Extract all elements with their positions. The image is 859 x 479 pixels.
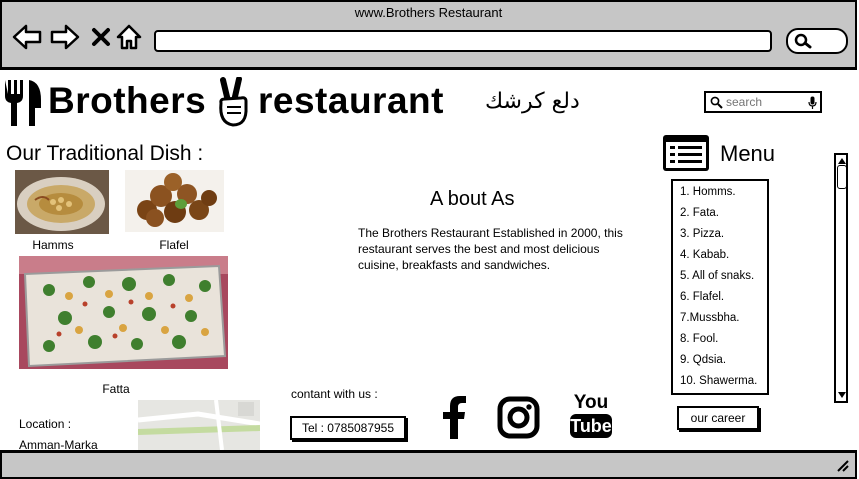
- menu-item[interactable]: 1. Homms.: [680, 186, 736, 198]
- menu-item[interactable]: 7.Mussbha.: [680, 312, 739, 324]
- career-button[interactable]: our career: [677, 406, 759, 430]
- menu-item[interactable]: 4. Kabab.: [680, 249, 729, 261]
- brand-word-1: Brothers: [48, 80, 207, 121]
- home-button[interactable]: [114, 22, 144, 52]
- youtube-bottom-text: Tube: [570, 414, 612, 438]
- site-search-field[interactable]: [704, 91, 822, 113]
- back-button[interactable]: [12, 22, 42, 52]
- menu-item[interactable]: 8. Fool.: [680, 333, 718, 345]
- arrow-left-icon: [12, 24, 42, 50]
- menu-item[interactable]: 5. All of snaks.: [680, 270, 754, 282]
- arrow-right-icon: [50, 24, 80, 50]
- stop-button[interactable]: [86, 22, 116, 52]
- map-thumbnail[interactable]: [138, 400, 260, 450]
- scroll-down-icon[interactable]: [837, 391, 847, 399]
- dishes-section-title: Our Traditional Dish :: [6, 142, 204, 165]
- search-icon: [794, 33, 812, 49]
- brand-word-2: restaurant: [258, 80, 444, 121]
- search-input[interactable]: [726, 94, 804, 110]
- fatta-photo: [19, 256, 228, 369]
- dish-label-flafel: Flafel: [159, 238, 189, 252]
- menu-list: 1. Homms. 2. Fata. 3. Pizza. 4. Kabab. 5…: [671, 179, 769, 395]
- browser-search-button[interactable]: [786, 28, 848, 54]
- home-icon: [116, 24, 142, 50]
- about-title: A bout As: [430, 188, 515, 210]
- address-bar[interactable]: [154, 30, 772, 52]
- scroll-up-icon[interactable]: [837, 157, 847, 165]
- menu-item[interactable]: 6. Flafel.: [680, 291, 724, 303]
- resize-grip-icon[interactable]: [836, 459, 850, 473]
- menu-title: Menu: [720, 141, 776, 166]
- window-title: www.Brothers Restaurant: [354, 5, 503, 20]
- dish-label-hamms: Hamms: [32, 238, 74, 252]
- instagram-icon[interactable]: [497, 396, 540, 439]
- peace-hand-icon: [219, 77, 248, 127]
- search-icon: [710, 96, 723, 109]
- arabic-slogan: دلع كرشك: [485, 89, 580, 114]
- menu-item[interactable]: 9. Qdsia.: [680, 354, 726, 366]
- browser-statusbar: [0, 450, 857, 479]
- location-label: Location :: [19, 417, 72, 431]
- microphone-icon[interactable]: [808, 96, 817, 110]
- facebook-icon[interactable]: [441, 395, 467, 439]
- fork-knife-icon: [5, 80, 41, 126]
- falafel-photo: [125, 170, 224, 232]
- phone-number[interactable]: Tel : 0785087955: [290, 416, 406, 440]
- forward-button[interactable]: [50, 22, 80, 52]
- contact-title: contant with us :: [291, 387, 378, 401]
- dish-label-fatta: Fatta: [102, 382, 130, 396]
- menu-item[interactable]: 2. Fata.: [680, 207, 719, 219]
- close-icon: [92, 28, 110, 46]
- vertical-scrollbar[interactable]: [834, 153, 848, 403]
- about-body: The Brothers Restaurant Established in 2…: [358, 226, 623, 272]
- menu-item[interactable]: 3. Pizza.: [680, 228, 724, 240]
- menu-item[interactable]: 10. Shawerma.: [680, 375, 757, 387]
- menu-list-icon: [663, 135, 709, 171]
- youtube-icon[interactable]: You Tube: [570, 393, 612, 441]
- youtube-top-text: You: [573, 392, 609, 413]
- scroll-thumb[interactable]: [837, 165, 847, 189]
- hummus-photo: [15, 170, 109, 234]
